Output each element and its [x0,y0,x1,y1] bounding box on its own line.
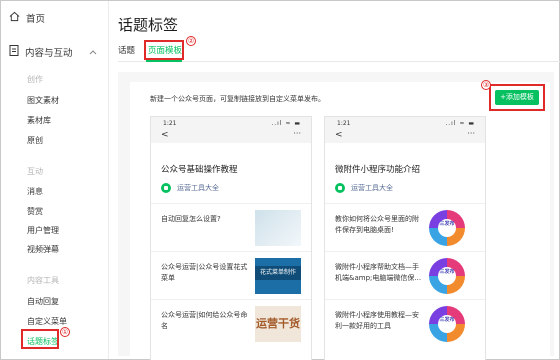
logo-text: 三发布 [438,219,456,237]
list-item-text: 自动回复怎么设置? [161,215,221,223]
status-time: 1:21 [337,120,351,127]
account-icon [335,183,345,193]
thumbnail-caption: 花式菜单制作 [255,266,301,280]
active-tab-indicator [146,60,182,62]
page-title: 话题标签 [118,16,179,34]
logo-text: 三发布 [438,267,456,285]
signal-battery-icon: ..ıl ≈ ▬ [271,120,301,127]
account-icon [161,183,171,193]
signal-battery-icon: ..ıl ≈ ▬ [445,120,475,127]
highlight-box-topic-tags [21,329,59,349]
thumbnail-image: 三发布 [429,210,475,246]
list-item[interactable]: 公众号运营|如何给公众号命名 运营干货 [151,299,311,347]
card-author: 运营工具大全 [335,183,393,193]
sidebar-item-danmaku[interactable]: 视频弹幕 [27,244,59,255]
sidebar-home-label: 首页 [26,14,46,25]
list-item[interactable]: 微附件小程序帮助文档—手机端&amp;电脑端微信保... 三发布 [325,251,485,299]
thumbnail-image [255,210,301,246]
sidebar-group-interact: 互动 [27,167,43,176]
gear-logo-icon: 三发布 [429,258,465,294]
sidebar-item-autoreply[interactable]: 自动回复 [27,296,59,307]
sidebar-item-articles[interactable]: 图文素材 [27,95,59,106]
sidebar-section-label: 内容与互动 [25,48,73,59]
tab-topics[interactable]: 话题 [118,44,135,56]
list-item-text: 公众号运营|公众号设置花式菜单 [161,263,248,282]
annotation-one: ① [60,327,70,337]
sidebar-item-custom-menu[interactable]: 自定义菜单 [27,316,67,327]
list-item[interactable]: 微附件小程序使用教程—安利一款好用的工具 三发布 [325,299,485,347]
home-icon [9,11,20,25]
sidebar-item-users[interactable]: 用户管理 [27,225,59,236]
list-item-text: 微附件小程序帮助文档—手机端&amp;电脑端微信保... [335,263,422,282]
thumbnail-image: 运营干货 [255,306,301,342]
thumbnail-image: 花式菜单制作 [255,258,301,294]
highlight-box-add-button [489,84,545,111]
list-item[interactable]: 公众号运营|公众号设置花式菜单 花式菜单制作 [151,251,311,299]
sidebar-item-original[interactable]: 原创 [27,135,43,146]
annotation-two: ② [186,36,196,46]
tab-bar: 话题 页面模板 [118,42,560,62]
document-icon [9,45,19,59]
card-author: 运营工具大全 [161,183,219,193]
sidebar-home[interactable]: 首页 [9,11,45,25]
thumbnail-image: 三发布 [429,306,475,342]
back-arrow-icon[interactable]: < [335,130,343,140]
list-item-text: 教你如何将公众号里面的附件保存到电脑桌面! [335,215,419,234]
back-arrow-icon[interactable]: < [161,130,169,140]
annotation-three: ③ [481,80,491,90]
sidebar-item-messages[interactable]: 消息 [27,186,43,197]
sidebar-item-library[interactable]: 素材库 [27,115,51,126]
more-icon[interactable]: ··· [293,129,301,138]
author-name: 运营工具大全 [177,184,219,192]
sidebar-group-create: 创作 [27,75,43,84]
list-item[interactable]: 教你如何将公众号里面的附件保存到电脑桌面! 三发布 [325,203,485,251]
card-title: 微附件小程序功能介绍 [335,165,421,175]
template-card[interactable]: 1:21 ..ıl ≈ ▬ < ··· 微附件小程序功能介绍 运营工具大全 教你… [324,116,486,360]
highlight-box-tab [144,40,184,60]
template-card[interactable]: 1:21 ..ıl ≈ ▬ < ··· 公众号基础操作教程 运营工具大全 自动回… [150,116,312,360]
card-title: 公众号基础操作教程 [161,165,238,175]
chevron-up-icon [89,48,97,57]
status-time: 1:21 [163,120,177,127]
logo-text: 三发布 [438,315,456,333]
list-item[interactable]: 自动回复怎么设置? [151,203,311,251]
sidebar-group-tools: 内容工具 [27,276,59,285]
thumbnail-image: 三发布 [429,258,475,294]
list-item-text: 公众号运营|如何给公众号命名 [161,311,248,330]
list-item-text: 微附件小程序使用教程—安利一款好用的工具 [335,311,419,330]
more-icon[interactable]: ··· [467,129,475,138]
gear-logo-icon: 三发布 [429,210,465,246]
sidebar: 首页 内容与互动 创作 图文素材 素材库 原创 互动 消息 赞赏 用户管理 视频… [1,1,109,359]
author-name: 运营工具大全 [351,184,393,192]
gear-logo-icon: 三发布 [429,306,465,342]
sidebar-section-content[interactable]: 内容与互动 [9,45,97,59]
panel-description: 新建一个公众号页面，可复制链接放到自定义菜单发布。 [150,95,325,103]
sidebar-item-rewards[interactable]: 赞赏 [27,206,43,217]
